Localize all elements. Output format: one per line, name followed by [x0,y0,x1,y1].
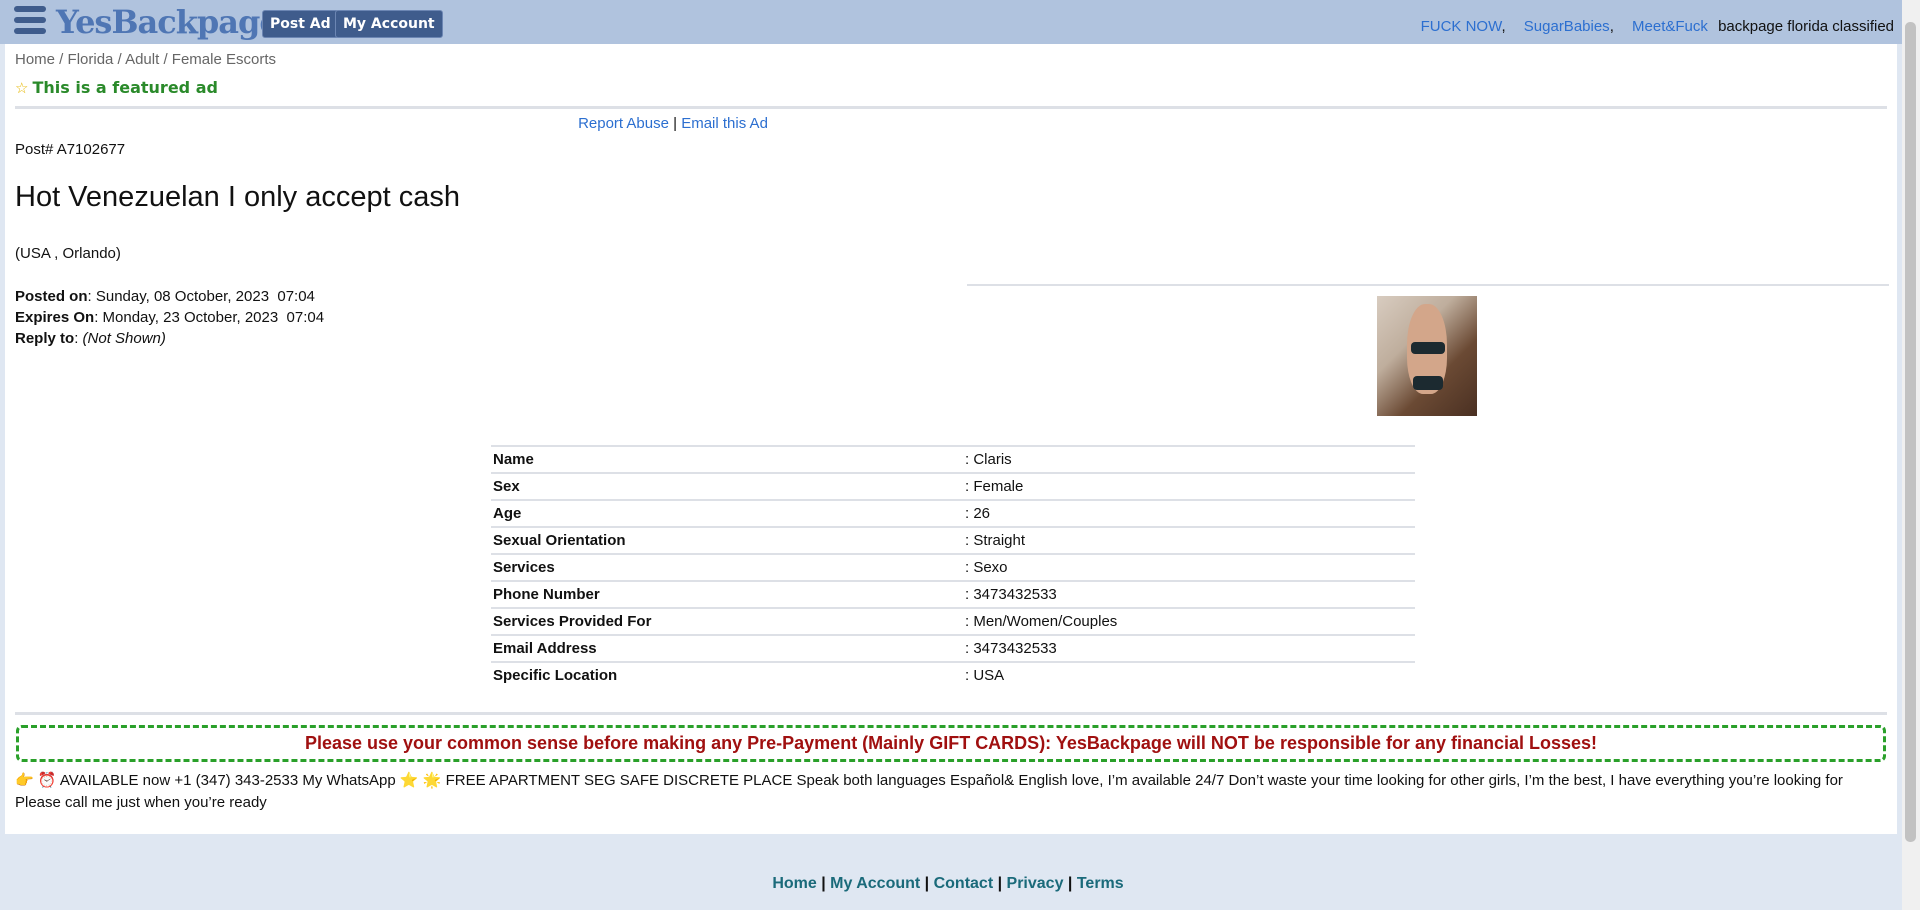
reply-label: Reply to [15,330,75,347]
detail-key: Sex [493,478,520,495]
breadcrumb: Home / Florida / Adult / Female Escorts [15,51,276,68]
my-account-button[interactable]: My Account [335,10,443,38]
featured-text: This is a featured ad [32,78,218,97]
top-links: FUCK NOW, SugarBabies, Meet&Fuck backpag… [1420,18,1894,35]
tagline: backpage florida classified [1718,18,1894,35]
ad-meta: Posted on: Sunday, 08 October, 2023 07:0… [15,288,325,347]
detail-value: : USA [965,667,1005,684]
detail-key: Phone Number [493,586,600,603]
expires-value: : Monday, 23 October, 2023 07:04 [94,309,325,326]
reply-value: (Not Shown) [82,330,166,347]
footer-link-privacy[interactable]: Privacy [1007,875,1064,892]
posted-value: : Sunday, 08 October, 2023 07:04 [87,288,315,305]
ad-location: (USA , Orlando) [15,245,121,262]
scrollbar[interactable] [1902,0,1920,910]
breadcrumb-home[interactable]: Home [15,51,55,68]
table-row: Services Provided For : Men/Women/Couples [491,608,1415,635]
detail-value: : Men/Women/Couples [965,613,1118,630]
footer-link-my-account[interactable]: My Account [830,875,920,892]
menu-icon[interactable] [14,6,46,37]
payment-warning: Please use your common sense before maki… [16,725,1886,762]
featured-notice: ☆ This is a featured ad [15,78,218,97]
top-bar: YesBackpage Post Ad My Account FUCK NOW,… [0,0,1920,44]
posted-label: Posted on [15,288,88,305]
detail-value: : 3473432533 [965,586,1057,603]
report-abuse-link[interactable]: Report Abuse [578,115,669,132]
post-ad-button[interactable]: Post Ad [262,10,339,38]
post-number: Post# A7102677 [15,141,126,158]
top-link-fuck-now[interactable]: FUCK NOW [1421,18,1502,35]
table-row: Phone Number : 3473432533 [491,581,1415,608]
site-logo[interactable]: YesBackpage [56,2,280,42]
table-row: Name : Claris [491,446,1415,473]
divider [15,106,1887,109]
detail-value: : Sexo [965,559,1008,576]
email-ad-link[interactable]: Email this Ad [681,115,768,132]
breadcrumb-florida[interactable]: Florida [68,51,114,68]
scrollbar-thumb[interactable] [1905,22,1916,842]
table-row: Services : Sexo [491,554,1415,581]
ad-description: 👉 ⏰ AVAILABLE now +1 (347) 343-2533 My W… [15,772,1843,811]
expires-label: Expires On [15,309,95,326]
top-link-meet-fuck[interactable]: Meet&Fuck [1632,18,1708,35]
detail-key: Name [493,451,534,468]
detail-value: : Female [965,478,1024,495]
breadcrumb-female-escorts[interactable]: Female Escorts [172,51,276,68]
detail-value: : Straight [965,532,1026,549]
main-content: Home / Florida / Adult / Female Escorts … [5,44,1897,834]
ad-actions: Report Abuse | Email this Ad [578,115,768,132]
table-row: Age : 26 [491,500,1415,527]
divider [15,712,1887,715]
details-table: Name : Claris Sex : Female Age : 26 Sexual Ori… [491,445,1415,688]
detail-key: Services [493,559,555,576]
footer-nav: Home | My Account | Contact | Privacy | … [772,875,1124,892]
table-row: Specific Location : USA [491,662,1415,688]
detail-value: : 26 [965,505,991,522]
table-row: Sex : Female [491,473,1415,500]
detail-key: Age [493,505,522,522]
footer-link-contact[interactable]: Contact [934,875,994,892]
detail-key: Sexual Orientation [493,532,626,549]
footer-link-terms[interactable]: Terms [1077,875,1124,892]
detail-key: Services Provided For [493,613,652,630]
detail-key: Specific Location [493,667,618,684]
footer-link-home[interactable]: Home [772,875,816,892]
ad-photo[interactable] [1377,296,1477,416]
table-row: Sexual Orientation : Straight [491,527,1415,554]
detail-value: : Claris [965,451,1012,468]
top-link-sugarbabies[interactable]: SugarBabies [1524,18,1610,35]
ad-title: Hot Venezuelan I only accept cash [15,181,460,213]
detail-value: : 3473432533 [965,640,1057,657]
star-icon: ☆ [15,79,29,97]
table-row: Email Address : 3473432533 [491,635,1415,662]
detail-key: Email Address [493,640,597,657]
breadcrumb-adult[interactable]: Adult [125,51,159,68]
divider [967,284,1889,286]
